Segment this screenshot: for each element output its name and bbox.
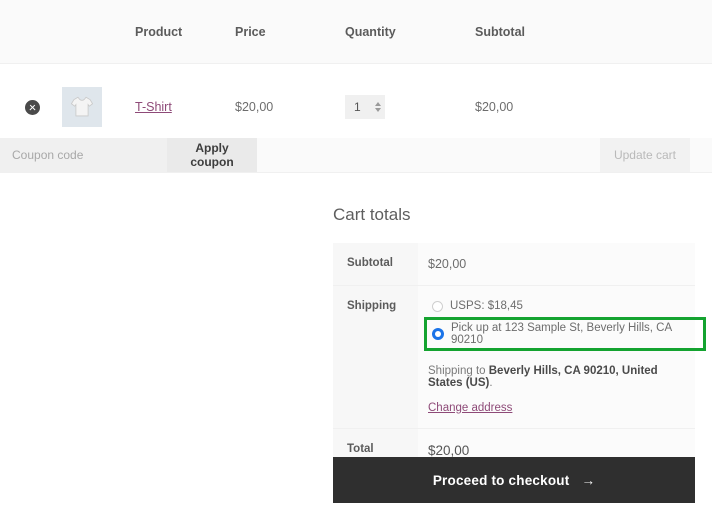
actions-spacer (257, 138, 600, 172)
column-header-subtotal: Subtotal (475, 0, 712, 64)
cart-table-header: Product Price Quantity Subtotal (0, 0, 712, 64)
shipping-to-suffix: . (489, 377, 492, 389)
tshirt-icon (69, 94, 95, 120)
remove-item-button[interactable] (25, 100, 40, 115)
quantity-value[interactable]: 1 (349, 100, 361, 114)
shipping-row: Shipping USPS: $18,45 Pick up at 123 Sam… (333, 286, 695, 429)
cart-totals-body: Subtotal $20,00 Shipping USPS: $18,45 Pi… (333, 243, 695, 485)
cart-totals-section: Cart totals Subtotal $20,00 Shipping USP… (333, 205, 695, 485)
column-header-quantity: Quantity (345, 0, 475, 64)
shipping-label: Shipping (333, 286, 418, 429)
close-icon (29, 104, 36, 111)
radio-icon-pickup[interactable] (432, 328, 444, 340)
shipping-option-label: USPS: $18,45 (450, 300, 523, 312)
cart-actions-row: Apply coupon Update cart (0, 138, 712, 173)
product-link[interactable]: T-Shirt (135, 100, 172, 114)
cart-totals-table: Subtotal $20,00 Shipping USPS: $18,45 Pi… (333, 243, 695, 485)
quantity-stepper[interactable]: 1 (345, 95, 385, 119)
subtotal-label: Subtotal (333, 243, 418, 286)
shipping-option-pickup[interactable]: Pick up at 123 Sample St, Beverly Hills,… (424, 317, 706, 351)
product-thumbnail[interactable] (62, 87, 102, 127)
arrow-right-icon: → (581, 473, 595, 488)
shipping-option-usps[interactable]: USPS: $18,45 (428, 297, 685, 315)
checkout-label: Proceed to checkout (433, 473, 570, 488)
column-header-price: Price (235, 0, 345, 64)
column-header-remove (0, 0, 62, 64)
shipping-option-label: Pick up at 123 Sample St, Beverly Hills,… (451, 322, 697, 346)
column-header-product: Product (135, 0, 235, 64)
quantity-arrows[interactable] (375, 102, 381, 112)
radio-icon-usps[interactable] (432, 301, 443, 312)
shipping-destination-text: Shipping to Beverly Hills, CA 90210, Uni… (428, 365, 685, 389)
subtotal-value: $20,00 (418, 243, 695, 286)
coupon-code-input[interactable] (0, 138, 167, 172)
apply-coupon-button[interactable]: Apply coupon (167, 138, 257, 172)
shipping-cell: USPS: $18,45 Pick up at 123 Sample St, B… (418, 286, 695, 429)
quantity-increase-icon[interactable] (375, 102, 381, 106)
update-cart-button[interactable]: Update cart (600, 138, 690, 172)
cart-totals-title: Cart totals (333, 205, 695, 225)
total-value: $20,00 (428, 443, 685, 458)
quantity-decrease-icon[interactable] (375, 108, 381, 112)
proceed-to-checkout-button[interactable]: Proceed to checkout → (333, 457, 695, 503)
cart-items-table: Product Price Quantity Subtotal T-Shirt (0, 0, 712, 151)
column-header-thumbnail (62, 0, 135, 64)
change-address-link[interactable]: Change address (428, 402, 512, 414)
subtotal-row: Subtotal $20,00 (333, 243, 695, 286)
cart-header-row: Product Price Quantity Subtotal (0, 0, 712, 64)
shipping-options-list: USPS: $18,45 Pick up at 123 Sample St, B… (428, 297, 685, 351)
shipping-to-prefix: Shipping to (428, 365, 489, 377)
